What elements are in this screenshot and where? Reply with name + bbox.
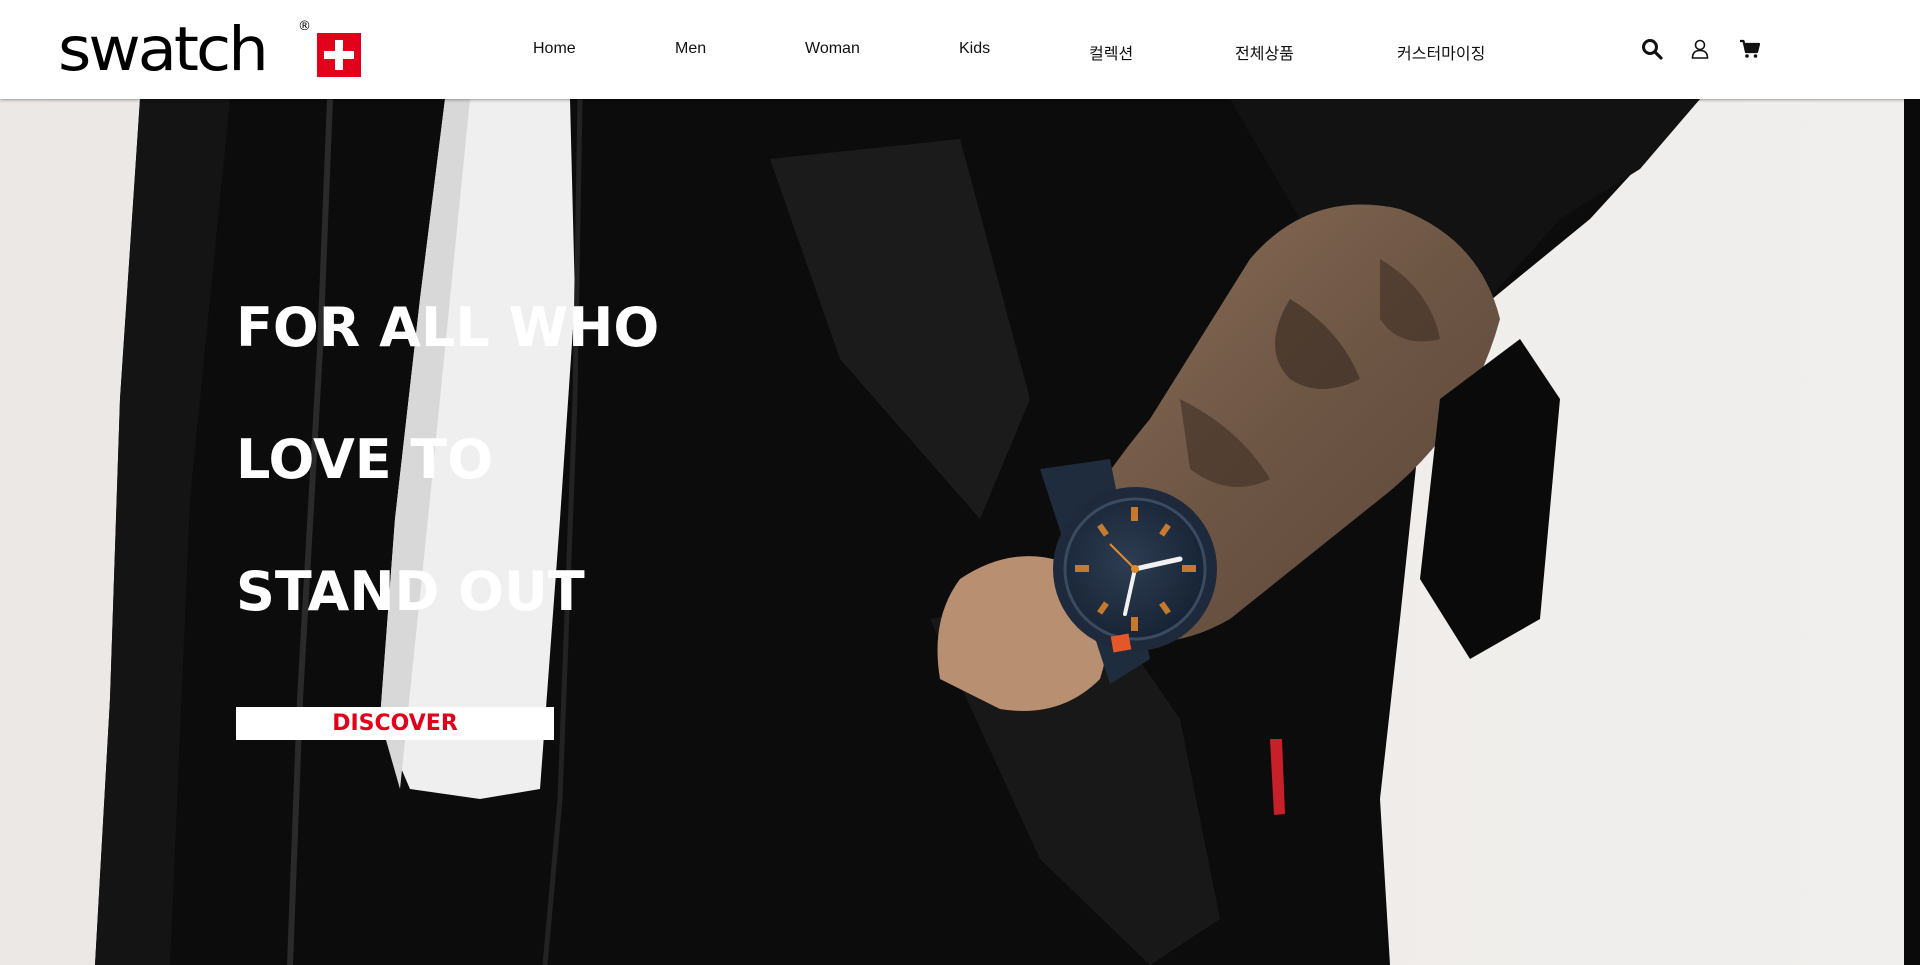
discover-button[interactable]: DISCOVER	[236, 707, 554, 740]
cart-icon[interactable]	[1738, 37, 1762, 61]
scrollbar[interactable]	[1904, 99, 1920, 965]
headline-line-3: STAND OUT	[236, 560, 585, 623]
logo-wordmark: swatch	[58, 14, 269, 86]
nav-item-customizing[interactable]: 커스터마이징	[1397, 40, 1485, 64]
headline-line-1: FOR ALL WHO	[236, 296, 660, 359]
site-header: swatch ® Home Men Woman Kids 컬렉션 전체상품 커스…	[0, 0, 1920, 99]
swatch-logo[interactable]: swatch	[58, 14, 269, 86]
headline-line-2: LOVE TO	[236, 428, 494, 491]
nav-item-home[interactable]: Home	[533, 40, 576, 58]
swiss-cross-icon	[317, 33, 361, 77]
search-icon[interactable]	[1640, 37, 1664, 61]
registered-mark: ®	[298, 19, 311, 34]
nav-item-all-products[interactable]: 전체상품	[1235, 40, 1294, 64]
nav-item-men[interactable]: Men	[675, 40, 706, 58]
hero-banner: FOR ALL WHO LOVE TO STAND OUT DISCOVER	[0, 99, 1904, 965]
nav-item-kids[interactable]: Kids	[959, 40, 990, 58]
hero-headline: FOR ALL WHO LOVE TO STAND OUT	[236, 262, 659, 658]
nav-item-collection[interactable]: 컬렉션	[1089, 40, 1133, 64]
user-icon[interactable]	[1688, 37, 1712, 61]
nav-item-woman[interactable]: Woman	[805, 40, 860, 58]
